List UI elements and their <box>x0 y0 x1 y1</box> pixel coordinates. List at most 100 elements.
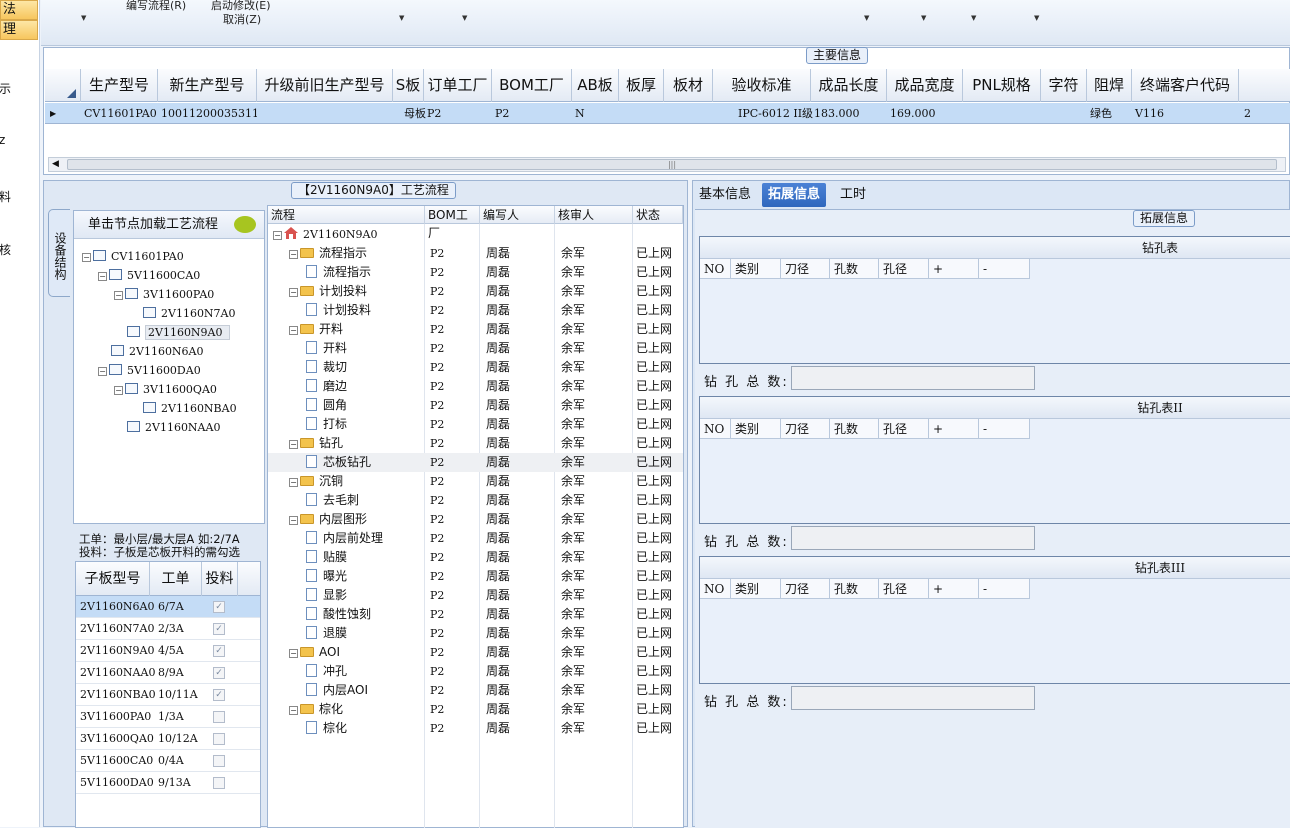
vtab-structure[interactable]: 设备结构 <box>48 209 70 297</box>
main-cell[interactable]: V116 <box>1132 103 1239 124</box>
flow-root-row[interactable]: − 2V1160N9A0 <box>268 225 683 244</box>
flow-row[interactable]: 内层AOI P2 周磊 余军 已上网 <box>268 681 683 700</box>
drill-col-header[interactable]: 孔数 <box>830 419 879 439</box>
drill-col-header[interactable]: - <box>979 579 1030 599</box>
main-col-header[interactable]: 升级前旧生产型号 <box>257 69 393 102</box>
collapse-icon[interactable]: − <box>82 253 91 262</box>
main-cell[interactable]: P2 <box>424 103 492 124</box>
flow-row[interactable]: 芯板钻孔 P2 周磊 余军 已上网 <box>268 453 683 472</box>
drill-col-header[interactable]: 类别 <box>731 419 781 439</box>
flow-row[interactable]: 曝光 P2 周磊 余军 已上网 <box>268 567 683 586</box>
flow-row[interactable]: 打标 P2 周磊 余军 已上网 <box>268 415 683 434</box>
tree-node[interactable]: 2V1160N6A0 <box>98 344 204 360</box>
sub-board-row[interactable]: 5V11600DA0 9/13A <box>76 772 260 794</box>
flow-row[interactable]: 磨边 P2 周磊 余军 已上网 <box>268 377 683 396</box>
flow-row[interactable]: − 钻孔 P2 周磊 余军 已上网 <box>268 434 683 453</box>
drill-col-header[interactable]: 孔径 <box>879 259 929 279</box>
drill-col-header[interactable]: + <box>929 579 979 599</box>
drill-col-header[interactable]: NO <box>700 419 731 439</box>
main-cell[interactable]: 169.000 <box>887 103 963 124</box>
flow-row[interactable]: 退膜 P2 周磊 余军 已上网 <box>268 624 683 643</box>
sub-board-row[interactable]: 3V11600QA0 10/12A <box>76 728 260 750</box>
speech-bubble-icon[interactable] <box>234 216 256 233</box>
flow-col-header[interactable]: 核审人 <box>555 206 633 224</box>
main-col-header[interactable]: 板材 <box>664 69 713 102</box>
sidebar-item-1[interactable]: 理 <box>0 20 38 40</box>
tab-2[interactable]: 工时 <box>834 183 872 207</box>
drill-col-header[interactable]: 孔数 <box>830 259 879 279</box>
flow-row[interactable]: − 沉铜 P2 周磊 余军 已上网 <box>268 472 683 491</box>
drill-col-header[interactable]: - <box>979 419 1030 439</box>
sub-board-row[interactable]: 2V1160N9A0 4/5A ✓ <box>76 640 260 662</box>
drill-col-header[interactable]: 孔数 <box>830 579 879 599</box>
main-cell[interactable] <box>664 103 713 124</box>
flow-col-header[interactable]: 状态 <box>633 206 683 224</box>
tree-node[interactable]: − 3V11600QA0 <box>114 382 217 398</box>
drill-col-header[interactable]: NO <box>700 579 731 599</box>
flow-row[interactable]: 内层前处理 P2 周磊 余军 已上网 <box>268 529 683 548</box>
drill-col-header[interactable]: 孔径 <box>879 579 929 599</box>
drill-col-header[interactable]: 孔径 <box>879 419 929 439</box>
flow-row[interactable]: 流程指示 P2 周磊 余军 已上网 <box>268 263 683 282</box>
tab-1[interactable]: 拓展信息 <box>762 183 827 207</box>
drill-col-header[interactable]: 刀径 <box>781 419 830 439</box>
flow-row[interactable]: − 计划投料 P2 周磊 余军 已上网 <box>268 282 683 301</box>
collapse-icon[interactable]: − <box>273 231 282 240</box>
flow-row[interactable]: 裁切 P2 周磊 余军 已上网 <box>268 358 683 377</box>
main-cell[interactable]: 绿色 <box>1087 103 1132 124</box>
collapse-icon[interactable]: − <box>289 516 298 525</box>
collapse-icon[interactable]: − <box>289 649 298 658</box>
tree-node[interactable]: − 3V11600PA0 <box>114 287 214 303</box>
main-col-header[interactable]: 成品长度 <box>811 69 887 102</box>
flow-row[interactable]: − 流程指示 P2 周磊 余军 已上网 <box>268 244 683 263</box>
sub-board-row[interactable]: 3V11600PA0 1/3A <box>76 706 260 728</box>
dropdown-arrow-icon[interactable]: ▼ <box>462 14 467 22</box>
feed-checkbox[interactable] <box>213 755 225 767</box>
collapse-icon[interactable]: − <box>289 478 298 487</box>
collapse-icon[interactable]: − <box>289 440 298 449</box>
flow-row[interactable]: 去毛刺 P2 周磊 余军 已上网 <box>268 491 683 510</box>
toolbar-button-2[interactable]: 取消(Z) <box>223 11 261 27</box>
sub-board-row[interactable]: 2V1160NAA0 8/9A ✓ <box>76 662 260 684</box>
main-cell[interactable]: 10011200035311 <box>158 103 257 124</box>
sub-col-header[interactable]: 工单 <box>150 562 202 596</box>
sub-board-row[interactable]: 2V1160N7A0 2/3A ✓ <box>76 618 260 640</box>
flow-col-header[interactable]: 流程 <box>268 206 425 224</box>
flow-row[interactable]: 酸性蚀刻 P2 周磊 余军 已上网 <box>268 605 683 624</box>
sidebar-item-3[interactable]: z <box>0 133 5 147</box>
main-col-header[interactable]: 终端客户代码 <box>1132 69 1239 102</box>
flow-col-header[interactable]: 编写人 <box>480 206 555 224</box>
dropdown-arrow-icon[interactable]: ▼ <box>81 14 86 22</box>
drill-col-header[interactable]: NO <box>700 259 731 279</box>
sidebar-item-5[interactable]: 核 <box>0 241 11 258</box>
main-cell[interactable] <box>257 103 393 124</box>
drill-col-header[interactable]: - <box>979 259 1030 279</box>
main-col-header[interactable]: S板 <box>393 69 424 102</box>
drill-total-input[interactable] <box>791 366 1035 390</box>
flow-row[interactable]: 冲孔 P2 周磊 余军 已上网 <box>268 662 683 681</box>
main-col-header[interactable]: 订单工厂 <box>424 69 492 102</box>
flow-row[interactable]: − 棕化 P2 周磊 余军 已上网 <box>268 700 683 719</box>
tree-node[interactable]: 2V1160NAA0 <box>114 420 220 436</box>
flow-row[interactable]: 计划投料 P2 周磊 余军 已上网 <box>268 301 683 320</box>
main-cell[interactable]: CV11601PA0 <box>81 103 158 124</box>
flow-col-header[interactable]: BOM工厂 <box>425 206 480 240</box>
drill-col-header[interactable]: 刀径 <box>781 579 830 599</box>
main-col-header[interactable]: 新生产型号 <box>158 69 257 102</box>
tree-node[interactable]: − 5V11600DA0 <box>98 363 201 379</box>
tree-node[interactable]: 2V1160N9A0 <box>114 325 230 341</box>
flow-row[interactable]: 显影 P2 周磊 余军 已上网 <box>268 586 683 605</box>
collapse-icon[interactable]: − <box>289 250 298 259</box>
flow-row[interactable]: 圆角 P2 周磊 余军 已上网 <box>268 396 683 415</box>
flow-row[interactable]: 开料 P2 周磊 余军 已上网 <box>268 339 683 358</box>
main-col-header[interactable]: 验收标准 <box>713 69 811 102</box>
main-col-header[interactable]: 字符 <box>1041 69 1087 102</box>
main-col-header[interactable]: BOM工厂 <box>492 69 572 102</box>
main-cell[interactable]: P2 <box>492 103 572 124</box>
feed-checkbox[interactable] <box>213 711 225 723</box>
sub-col-header[interactable]: 投料 <box>202 562 238 596</box>
tab-0[interactable]: 基本信息 <box>693 183 757 207</box>
main-cell[interactable]: N <box>572 103 619 124</box>
drill-col-header[interactable]: 刀径 <box>781 259 830 279</box>
collapse-icon[interactable]: − <box>98 272 107 281</box>
